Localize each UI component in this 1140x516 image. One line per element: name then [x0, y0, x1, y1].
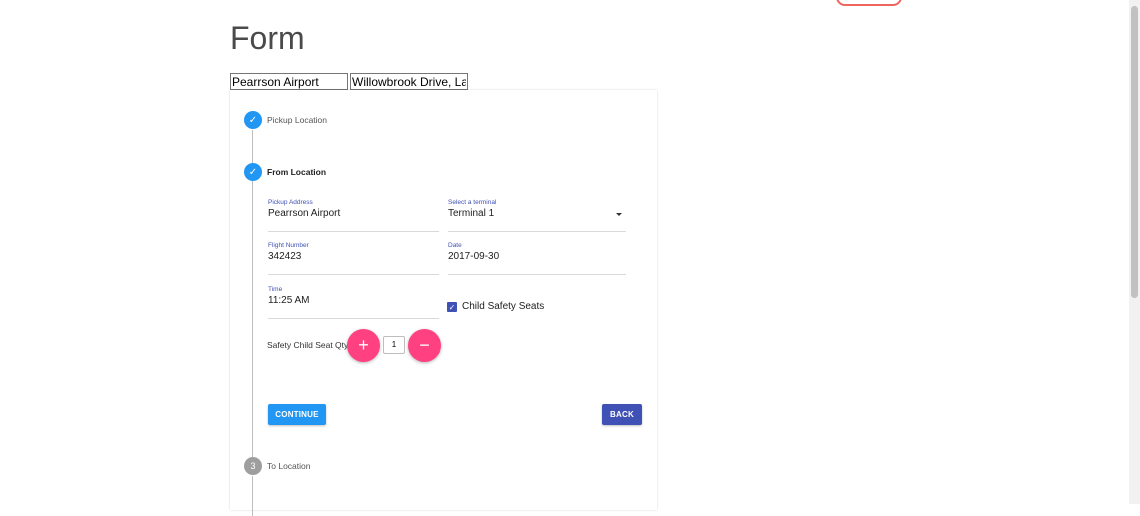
pickup-address-value[interactable]: Pearrson Airport [268, 208, 340, 219]
top-pill-button[interactable] [836, 0, 902, 6]
dropoff-text-input[interactable] [350, 73, 468, 90]
step-3-number-icon[interactable]: 3 [244, 457, 262, 475]
decrease-qty-button[interactable]: − [408, 329, 441, 362]
time-label: Time [268, 286, 283, 293]
minus-icon: − [419, 335, 430, 355]
scrollbar-thumb[interactable] [1131, 6, 1138, 298]
time-value[interactable]: 11:25 AM [268, 295, 310, 306]
seat-qty-input[interactable]: 1 [383, 336, 405, 354]
date-field[interactable]: Date 2017-09-30 [448, 242, 626, 275]
date-label: Date [448, 242, 462, 249]
date-value[interactable]: 2017-09-30 [448, 251, 499, 262]
child-safety-seats-checkbox[interactable]: ✓ [447, 302, 457, 312]
page-title: Form [230, 20, 305, 56]
page-scrollbar[interactable] [1129, 0, 1140, 504]
step-1-label[interactable]: Pickup Location [267, 115, 327, 125]
step-connector-line [252, 130, 253, 164]
increase-qty-button[interactable]: + [347, 329, 380, 362]
dropdown-arrow-icon[interactable] [616, 213, 622, 216]
child-safety-seats-label[interactable]: Child Safety Seats [462, 301, 544, 312]
flight-number-field[interactable]: Flight Number 342423 [268, 242, 439, 275]
terminal-value[interactable]: Terminal 1 [448, 208, 494, 219]
pickup-address-field[interactable]: Pickup Address Pearrson Airport [268, 199, 439, 232]
continue-button[interactable]: CONTINUE [268, 404, 326, 425]
pickup-text-input[interactable] [230, 73, 348, 90]
plus-icon: + [358, 335, 369, 355]
flight-number-value[interactable]: 342423 [268, 251, 301, 262]
step-connector-line [252, 476, 253, 516]
back-button[interactable]: BACK [602, 404, 642, 425]
step-2-check-icon[interactable]: ✓ [244, 163, 262, 181]
seat-qty-label: Safety Child Seat Qty [267, 340, 349, 350]
pickup-address-label: Pickup Address [268, 199, 313, 206]
step-3-label[interactable]: To Location [267, 461, 310, 471]
step-connector-line [252, 181, 253, 458]
terminal-label: Select a terminal [448, 199, 497, 206]
step-1-check-icon[interactable]: ✓ [244, 111, 262, 129]
stepper-card: ✓ Pickup Location ✓ From Location Pickup… [230, 90, 657, 516]
step-2-label[interactable]: From Location [267, 167, 326, 177]
time-field[interactable]: Time 11:25 AM [268, 286, 439, 319]
flight-number-label: Flight Number [268, 242, 309, 249]
terminal-select[interactable]: Select a terminal Terminal 1 [448, 199, 626, 232]
